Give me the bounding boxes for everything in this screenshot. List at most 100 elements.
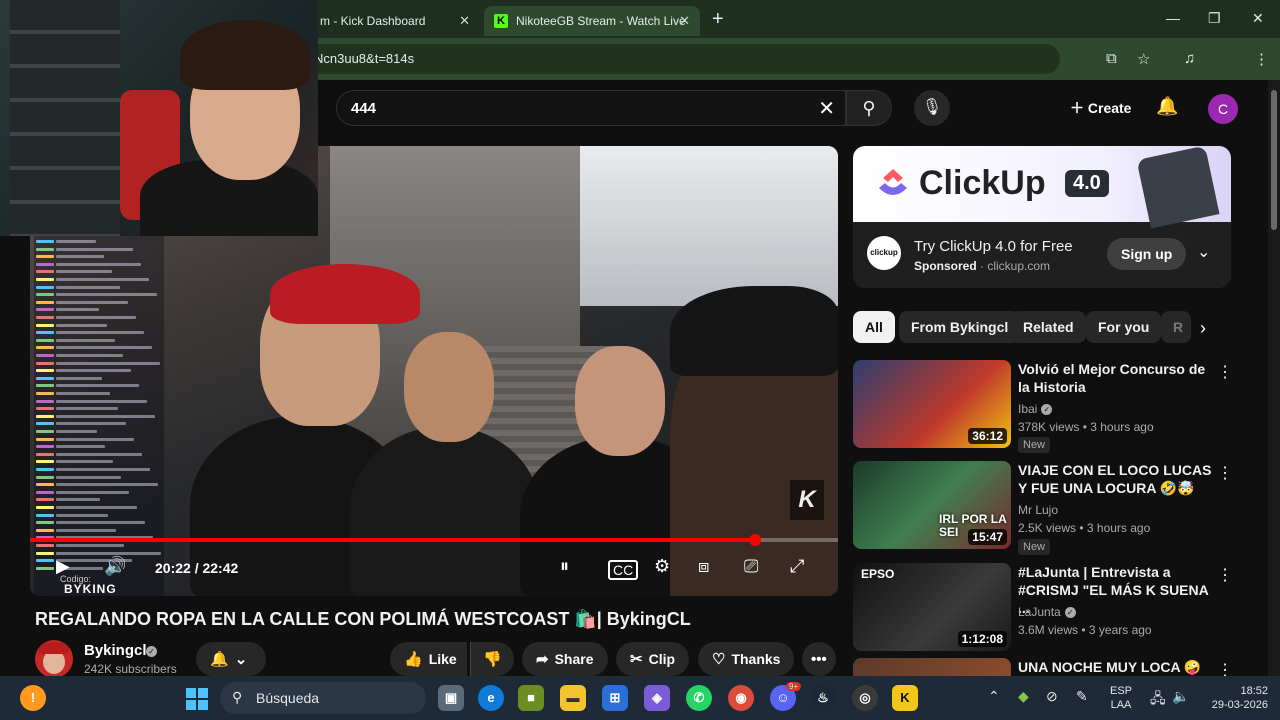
fullscreen-icon[interactable]: ⤢ (790, 556, 804, 577)
bookmark-star-icon[interactable]: ☆ (1137, 50, 1150, 68)
clip-button[interactable]: ✂ Clip (616, 642, 690, 676)
video-title[interactable]: Volvió el Mejor Concurso de la Historia (1018, 360, 1213, 396)
system-clock[interactable]: 18:52 29-03-2026 (1196, 684, 1268, 712)
copilot-icon[interactable]: ◈ (644, 685, 670, 711)
restore-icon[interactable]: ❐ (1208, 10, 1221, 27)
chip-partial[interactable]: R (1161, 311, 1191, 343)
edge-icon[interactable]: e (478, 685, 504, 711)
tab-close-icon[interactable]: ✕ (459, 13, 470, 29)
close-window-icon[interactable]: ✕ (1252, 10, 1264, 27)
miniplayer-icon[interactable]: ⧈ (698, 556, 709, 577)
channel-name[interactable]: Bykingcl (84, 642, 147, 659)
more-actions-button[interactable]: ••• (802, 642, 836, 676)
file-explorer-icon[interactable]: ▬ (560, 685, 586, 711)
more-vertical-icon[interactable]: ⋮ (1217, 362, 1233, 382)
network-icon[interactable]: 🖧 (1150, 688, 1166, 712)
clear-search-icon[interactable]: ✕ (818, 96, 835, 121)
search-button[interactable]: ⚲ (846, 90, 892, 126)
subscription-bell-button[interactable]: 🔔 ⌄ (196, 642, 266, 676)
channel-name[interactable]: Ibai ✓ (1018, 402, 1053, 416)
autoplay-toggle-icon[interactable]: ⏸ (560, 556, 569, 577)
video-title[interactable]: UNA NOCHE MUY LOCA 🤪💫 (1018, 658, 1213, 676)
notification-badge: 9+ (786, 682, 802, 691)
chip-all[interactable]: All (853, 311, 895, 343)
scrollbar-thumb[interactable] (1271, 90, 1277, 230)
video-red-cap (270, 264, 420, 324)
app-icon[interactable]: K (892, 685, 918, 711)
chat-username (36, 551, 54, 555)
account-avatar[interactable]: C (1208, 94, 1238, 124)
minecraft-icon[interactable]: ■ (518, 685, 544, 711)
voice-search-button[interactable]: 🎙 (914, 90, 950, 126)
start-windows-icon[interactable] (186, 688, 208, 710)
tab-close-icon[interactable]: ✕ (679, 13, 690, 29)
page-scrollbar[interactable] (1268, 80, 1280, 676)
ad-banner[interactable]: ClickUp 4.0 (853, 146, 1231, 229)
new-tab-button[interactable]: + (712, 8, 724, 31)
chat-username (36, 285, 54, 289)
chevron-up-icon[interactable]: ⌃ (988, 688, 1000, 705)
more-vertical-icon[interactable]: ⋮ (1217, 565, 1233, 585)
minimize-icon[interactable]: — (1166, 10, 1180, 26)
tray-app-icon[interactable]: ◆ (1018, 688, 1029, 705)
channel-name[interactable]: Mr Lujo (1018, 503, 1058, 517)
captions-icon[interactable]: CC (608, 560, 639, 580)
share-button[interactable]: ➦ Share (522, 642, 608, 676)
mic-muted-icon[interactable]: ⊘ (1046, 688, 1058, 705)
recommendation-item[interactable]: UNA NOCHE MUY LOCA 🤪💫 ⋮ (853, 658, 1231, 676)
microsoft-store-icon[interactable]: ⊞ (602, 685, 628, 711)
more-vertical-icon[interactable]: ⋮ (1217, 463, 1233, 483)
browser-menu-icon[interactable]: ⋮ (1254, 50, 1269, 68)
pen-icon[interactable]: ✎ (1076, 688, 1088, 705)
chip-related[interactable]: Related (1011, 311, 1086, 343)
media-control-icon[interactable]: ♫ (1184, 50, 1195, 67)
language-indicator[interactable]: ESP LAA (1106, 684, 1136, 712)
cast-icon[interactable]: ⎚ (744, 556, 758, 577)
tab-kick-dashboard[interactable]: m - Kick Dashboard ✕ (310, 6, 480, 36)
task-view-icon[interactable]: ▣ (438, 685, 464, 711)
channel-name[interactable]: LaJunta ✓ (1018, 605, 1076, 619)
ad-signup-button[interactable]: Sign up (1107, 238, 1187, 270)
video-progress-bar[interactable] (30, 534, 838, 546)
volume-icon[interactable]: 🔊 (104, 556, 126, 577)
whatsapp-icon[interactable]: ✆ (686, 685, 712, 711)
channel-watermark[interactable]: K (790, 480, 824, 520)
search-input[interactable]: 444 ✕ (336, 90, 846, 126)
progress-scrubber[interactable] (748, 534, 761, 546)
recommendation-item[interactable]: 36:12 Volvió el Mejor Concurso de la His… (853, 360, 1233, 453)
video-thumbnail[interactable]: EPSO 1:12:08 (853, 563, 1011, 651)
ad-headline[interactable]: Try ClickUp 4.0 for Free (914, 238, 1073, 255)
create-button[interactable]: ＋ Create (1058, 92, 1143, 124)
settings-gear-icon[interactable]: ⚙ (654, 556, 670, 577)
thanks-button[interactable]: ♡ Thanks (698, 642, 795, 676)
video-thumbnail[interactable] (853, 658, 1011, 676)
taskbar-search[interactable]: ⚲ Búsqueda (220, 682, 426, 714)
volume-icon[interactable]: 🔈 (1172, 688, 1189, 705)
notifications-bell-icon[interactable]: 🔔 (1156, 96, 1178, 117)
chip-for-you[interactable]: For you (1086, 311, 1162, 343)
dislike-button[interactable]: 👎 (470, 642, 514, 676)
chip-from-channel[interactable]: From Bykingcl (899, 311, 1021, 343)
advertiser-avatar[interactable]: clickup (867, 236, 901, 270)
video-thumbnail[interactable]: 36:12 (853, 360, 1011, 448)
url-field[interactable]: Ncn3uu8&t=814s (300, 44, 1060, 74)
install-app-icon[interactable]: ⧉ (1106, 50, 1117, 67)
recommendation-item[interactable]: EPSO 1:12:08 #LaJunta | Entrevista a #CR… (853, 563, 1233, 655)
channel-avatar[interactable] (35, 640, 73, 678)
obs-icon[interactable]: ◎ (852, 685, 878, 711)
sponsored-ad[interactable]: ClickUp 4.0 clickup Try ClickUp 4.0 for … (853, 146, 1231, 288)
weather-widget-icon[interactable]: ! (20, 685, 46, 711)
steam-icon[interactable]: ♨ (810, 685, 836, 711)
chevron-down-icon[interactable]: ⌄ (1197, 242, 1210, 262)
video-thumbnail[interactable]: IRL POR LA SEI 15:47 (853, 461, 1011, 549)
video-meta: 378K views • 3 hours ago (1018, 420, 1154, 434)
play-icon[interactable]: ▶ (56, 556, 70, 577)
video-title[interactable]: VIAJE CON EL LOCO LUCAS Y FUE UNA LOCURA… (1018, 461, 1213, 497)
chevron-right-icon[interactable]: › (1200, 318, 1206, 339)
chat-message (56, 278, 149, 281)
chrome-icon[interactable]: ◉ (728, 685, 754, 711)
more-vertical-icon[interactable]: ⋮ (1217, 660, 1231, 676)
recommendation-item[interactable]: IRL POR LA SEI 15:47 VIAJE CON EL LOCO L… (853, 461, 1233, 555)
tab-kick-stream[interactable]: K NikoteeGB Stream - Watch Live ✕ (484, 6, 700, 36)
like-button[interactable]: 👍 Like (390, 642, 467, 676)
